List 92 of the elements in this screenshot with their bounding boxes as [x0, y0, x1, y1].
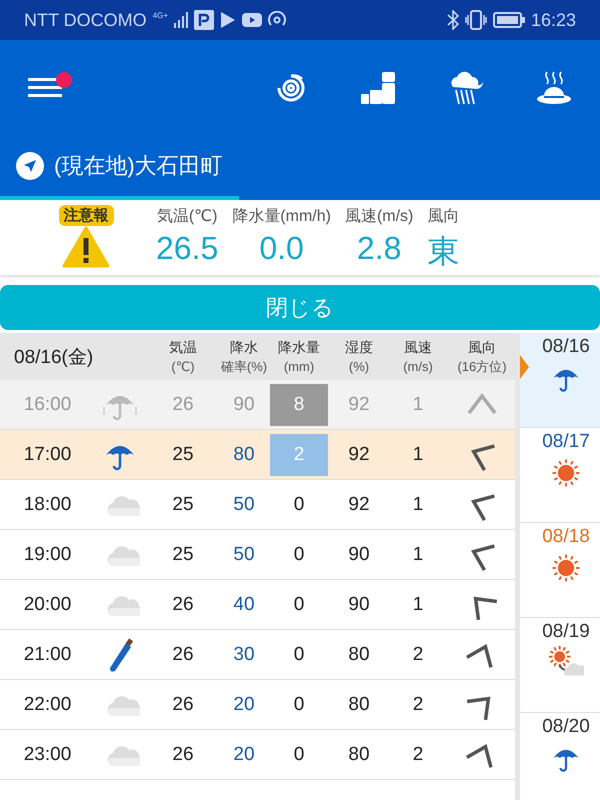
wind-speed-cell: 1: [412, 444, 424, 466]
reading-value: 26.5: [156, 230, 218, 267]
rainfall-cell-text: 0: [292, 492, 306, 516]
vibrate-icon: [464, 10, 487, 30]
warning-icon: [62, 226, 110, 268]
time-cell: 17:00: [24, 444, 72, 466]
rainfall-cell-text: 0: [292, 542, 306, 566]
date-heading: 08/16(金): [13, 346, 94, 370]
rain-chance-cell: 20: [233, 744, 255, 766]
wind-speed-cell: 1: [412, 594, 424, 616]
video-icon: [242, 13, 262, 27]
time-cell: 23:00: [24, 744, 72, 766]
rainfall-cell-text: 0: [292, 592, 306, 616]
humidity-cell: 80: [348, 694, 370, 716]
day-date: 08/19: [542, 621, 590, 643]
humidity-cell: 90: [348, 544, 370, 566]
reading-label: 風向: [427, 207, 460, 227]
temperature-cell: 26: [172, 644, 194, 666]
rain-chance-cell: 90: [233, 394, 255, 416]
column-header: 風向: [468, 338, 496, 356]
play-store-icon: [220, 11, 236, 29]
time-cell: 18:00: [24, 494, 72, 516]
rain-chance-cell: 80: [233, 444, 255, 466]
time-cell: 22:00: [24, 694, 72, 716]
reading-value: 2.8: [356, 230, 402, 267]
rainfall-cell-text: 0: [292, 692, 306, 716]
wind-speed-cell: 2: [412, 744, 424, 766]
temperature-cell: 25: [172, 544, 194, 566]
column-unit: (mm): [284, 358, 314, 376]
rainfall-cell-text: 0: [292, 642, 306, 666]
hot-spring-button[interactable]: [536, 70, 572, 106]
wind-speed-cell: 1: [412, 494, 424, 516]
reading-value: 東: [427, 232, 460, 271]
signal-icon: [174, 12, 188, 28]
wind-speed-cell: 1: [412, 394, 424, 416]
temperature-cell: 26: [172, 394, 194, 416]
location-tab[interactable]: (現在地)大石田町: [0, 135, 239, 200]
column-unit: (%): [348, 358, 370, 376]
column-unit: (℃): [171, 358, 195, 376]
reading-label: 降水量(mm/h): [232, 206, 331, 227]
rain-chance-cell: 20: [233, 694, 255, 716]
time-cell: 16:00: [24, 394, 72, 416]
rain-chance-cell: 40: [233, 594, 255, 616]
column-unit: (16方位): [457, 358, 507, 376]
temperature-cell: 26: [172, 744, 194, 766]
reading-label: 気温(℃): [156, 207, 218, 227]
temperature-cell: 25: [172, 494, 194, 516]
selection-marker-icon: [520, 355, 529, 379]
carrier-name: NTT DOCOMO: [24, 10, 147, 30]
wind-speed-cell: 2: [412, 644, 424, 666]
temperature-cell: 25: [172, 444, 194, 466]
column-unit: (m/s): [403, 358, 433, 376]
humidity-cell: 92: [348, 494, 370, 516]
humidity-cell: 80: [348, 644, 370, 666]
humidity-cell: 90: [348, 594, 370, 616]
payment-app-icon: [194, 10, 214, 30]
day-date: 08/17: [542, 431, 590, 453]
wind-speed-cell: 2: [412, 694, 424, 716]
alert-badge[interactable]: 注意報: [58, 205, 114, 226]
column-header: 降水量: [278, 338, 320, 356]
rainfall-cell: 8: [270, 384, 328, 426]
time-cell: 19:00: [24, 544, 72, 566]
reading-label: 風速(m/s): [344, 206, 414, 227]
time-cell: 21:00: [24, 644, 72, 666]
temperature-cell: 26: [172, 594, 194, 616]
humidity-cell: 92: [348, 394, 370, 416]
humidity-cell: 92: [348, 444, 370, 466]
day-date: 08/20: [542, 716, 590, 738]
network-type: 4G+: [152, 12, 168, 20]
humidity-cell: 80: [348, 744, 370, 766]
column-header: 降水: [230, 338, 258, 356]
rainfall-cell-text: 0: [292, 742, 306, 766]
wind-speed-cell: 1: [412, 544, 424, 566]
day-tab[interactable]: 08/16: [520, 333, 600, 428]
column-unit: 確率(%): [220, 358, 268, 376]
bluetooth-icon: [446, 10, 459, 30]
day-date: 08/16: [542, 336, 590, 358]
rain-chance-cell: 50: [233, 494, 255, 516]
column-header: 風速: [404, 338, 432, 356]
rain-radar-button[interactable]: [360, 70, 396, 104]
rainfall-cell: 2: [270, 434, 328, 476]
clock-time: 16:23: [530, 10, 576, 30]
reading-value: 0.0: [259, 230, 304, 267]
time-cell: 20:00: [24, 594, 72, 616]
day-date: 08/18: [542, 526, 590, 548]
rain-chance-cell: 30: [233, 644, 255, 666]
forecast-row[interactable]: 17:00 25 80 2 92 1: [0, 430, 515, 480]
column-header: 湿度: [345, 338, 373, 356]
rain-chance-cell: 50: [233, 544, 255, 566]
battery-icon: [492, 12, 525, 28]
column-header: 気温: [169, 338, 197, 356]
temperature-cell: 26: [172, 694, 194, 716]
